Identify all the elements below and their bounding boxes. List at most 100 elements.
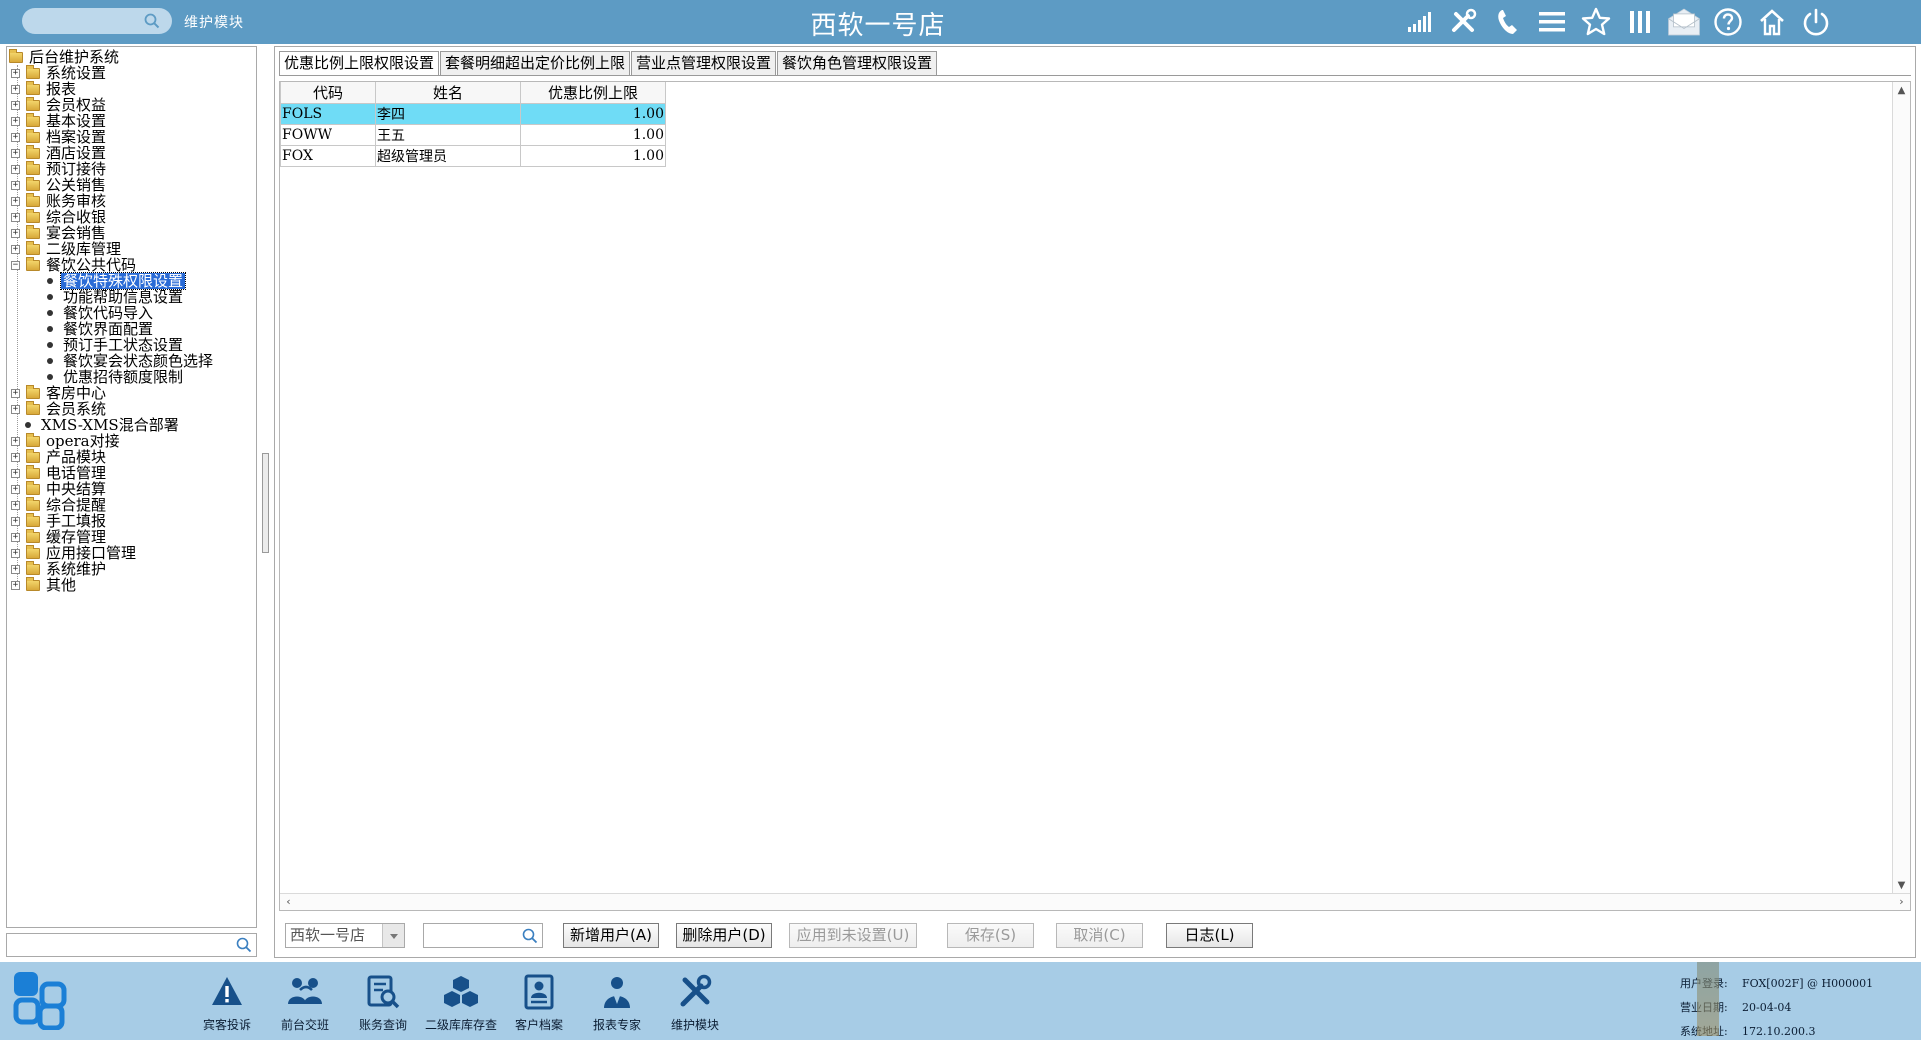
user-search-field[interactable] bbox=[423, 923, 543, 948]
tree-folder-item[interactable]: + 中央结算 bbox=[11, 480, 108, 497]
tree-folder-item[interactable]: + 系统维护 bbox=[11, 560, 108, 577]
expand-toggle-icon[interactable]: + bbox=[11, 532, 20, 542]
scroll-down-icon[interactable]: ▼ bbox=[1893, 877, 1910, 894]
tree-folder-item[interactable]: + 综合收银 bbox=[11, 208, 108, 225]
tools-icon[interactable] bbox=[1447, 5, 1481, 39]
phone-icon[interactable] bbox=[1491, 5, 1525, 39]
tree-leaf-item[interactable]: 餐饮特殊权限设置 bbox=[43, 272, 187, 290]
tab-package-limit[interactable]: 套餐明细超出定价比例上限 bbox=[440, 51, 631, 75]
expand-toggle-icon[interactable]: + bbox=[11, 468, 20, 478]
tree-folder-item[interactable]: + 报表 bbox=[11, 80, 78, 97]
tree-leaf-item[interactable]: 功能帮助信息设置 bbox=[43, 289, 185, 305]
dock-item-account-query[interactable]: 账务查询 bbox=[344, 972, 422, 1033]
tree-leaf-item[interactable]: 餐饮界面配置 bbox=[43, 321, 155, 337]
power-icon[interactable] bbox=[1799, 5, 1833, 39]
search-icon[interactable] bbox=[522, 928, 538, 944]
scroll-left-icon[interactable]: ‹ bbox=[280, 894, 297, 910]
tree-leaf-item[interactable]: 餐饮代码导入 bbox=[43, 305, 155, 321]
tree-folder-item[interactable]: + 客房中心 bbox=[11, 384, 108, 401]
expand-toggle-icon[interactable]: + bbox=[11, 436, 20, 446]
tree-folder-item[interactable]: + 宴会销售 bbox=[11, 224, 108, 241]
expand-toggle-icon[interactable]: + bbox=[11, 228, 20, 238]
expand-toggle-icon[interactable]: + bbox=[11, 132, 20, 142]
dock-item-front-handover[interactable]: 前台交班 bbox=[266, 972, 344, 1033]
expand-toggle-icon[interactable]: + bbox=[11, 164, 20, 174]
log-button[interactable]: 日志(L) bbox=[1166, 923, 1253, 948]
apply-to-unset-button[interactable]: 应用到未设置(U) bbox=[789, 923, 917, 948]
chevron-down-icon[interactable] bbox=[382, 924, 404, 947]
tree-folder-item[interactable]: + 综合提醒 bbox=[11, 496, 108, 513]
tree-root[interactable]: 后台维护系统 bbox=[9, 48, 121, 65]
table-row[interactable]: FOWW 王五 1.00 bbox=[280, 124, 666, 146]
tree-folder-item[interactable]: + 预订接待 bbox=[11, 160, 108, 177]
tree-folder-item[interactable]: + 会员系统 bbox=[11, 400, 108, 417]
app-logo[interactable] bbox=[12, 970, 68, 1031]
tree-folder-item[interactable]: + 手工填报 bbox=[11, 512, 108, 529]
expand-toggle-icon[interactable]: + bbox=[11, 212, 20, 222]
expand-toggle-icon[interactable]: + bbox=[11, 84, 20, 94]
expand-toggle-icon[interactable]: + bbox=[11, 68, 20, 78]
expand-toggle-icon[interactable]: + bbox=[11, 180, 20, 190]
expand-toggle-icon[interactable]: + bbox=[11, 564, 20, 574]
save-button[interactable]: 保存(S) bbox=[947, 923, 1034, 948]
home-icon[interactable] bbox=[1755, 5, 1789, 39]
cancel-button[interactable]: 取消(C) bbox=[1056, 923, 1143, 948]
dock-item-inventory-query[interactable]: 二级库库存查 bbox=[422, 972, 500, 1033]
tree-folder-item[interactable]: + 产品模块 bbox=[11, 448, 108, 465]
column-header-limit[interactable]: 优惠比例上限 bbox=[520, 82, 666, 104]
table-row[interactable]: FOLS 李四 1.00 bbox=[280, 103, 666, 125]
tree-folder-item[interactable]: + 电话管理 bbox=[11, 464, 108, 481]
tree-folder-item[interactable]: + 应用接口管理 bbox=[11, 544, 138, 561]
tree-folder-item[interactable]: + 账务审核 bbox=[11, 192, 108, 209]
star-icon[interactable] bbox=[1579, 5, 1613, 39]
tree-leaf-item[interactable]: 餐饮宴会状态颜色选择 bbox=[43, 353, 215, 369]
vertical-scrollbar[interactable]: ▲ ▼ bbox=[1892, 82, 1910, 894]
table-row[interactable]: FOX 超级管理员 1.00 bbox=[280, 145, 666, 167]
hotel-select[interactable]: 西软一号店 bbox=[285, 923, 405, 948]
tree-folder-item[interactable]: + 缓存管理 bbox=[11, 528, 108, 545]
expand-toggle-icon[interactable]: + bbox=[11, 548, 20, 558]
columns-icon[interactable] bbox=[1623, 5, 1657, 39]
user-search-input[interactable] bbox=[427, 925, 517, 946]
column-header-name[interactable]: 姓名 bbox=[375, 82, 521, 104]
scroll-up-icon[interactable]: ▲ bbox=[1893, 82, 1910, 99]
tree-folder-item[interactable]: + 档案设置 bbox=[11, 128, 108, 145]
tree-leaf-item[interactable]: 优惠招待额度限制 bbox=[43, 369, 185, 385]
signal-icon[interactable] bbox=[1403, 5, 1437, 39]
tree-folder-item[interactable]: − 餐饮公共代码 bbox=[11, 256, 138, 273]
expand-toggle-icon[interactable]: + bbox=[11, 148, 20, 158]
search-icon[interactable] bbox=[236, 937, 252, 953]
dock-item-customer-file[interactable]: 客户档案 bbox=[500, 972, 578, 1033]
add-user-button[interactable]: 新增用户(A) bbox=[563, 923, 659, 948]
expand-toggle-icon[interactable]: + bbox=[11, 196, 20, 206]
delete-user-button[interactable]: 删除用户(D) bbox=[676, 923, 772, 948]
dock-item-report-expert[interactable]: 报表专家 bbox=[578, 972, 656, 1033]
tree-leaf-item[interactable]: 预订手工状态设置 bbox=[43, 337, 185, 353]
scroll-right-icon[interactable]: › bbox=[1893, 894, 1910, 910]
tree-folder-item[interactable]: + 会员权益 bbox=[11, 96, 108, 113]
menu-icon[interactable] bbox=[1535, 5, 1569, 39]
expand-toggle-icon[interactable]: + bbox=[11, 388, 20, 398]
tree-folder-item[interactable]: + 公关销售 bbox=[11, 176, 108, 193]
dock-item-guest-complaint[interactable]: 宾客投诉 bbox=[188, 972, 266, 1033]
horizontal-scrollbar[interactable]: ‹ › bbox=[280, 893, 1910, 910]
expand-toggle-icon[interactable]: + bbox=[11, 244, 20, 254]
expand-toggle-icon[interactable]: + bbox=[11, 404, 20, 414]
panel-splitter[interactable] bbox=[262, 453, 269, 553]
tree-folder-item[interactable]: + 其他 bbox=[11, 576, 78, 593]
expand-toggle-icon[interactable]: + bbox=[11, 484, 20, 494]
expand-toggle-icon[interactable]: + bbox=[11, 580, 20, 590]
tab-role-permission[interactable]: 餐饮角色管理权限设置 bbox=[777, 51, 938, 75]
expand-toggle-icon[interactable]: + bbox=[11, 516, 20, 526]
tab-discount-limit[interactable]: 优惠比例上限权限设置 bbox=[279, 51, 440, 76]
dock-item-maintenance[interactable]: 维护模块 bbox=[656, 972, 734, 1033]
expand-toggle-icon[interactable]: + bbox=[11, 500, 20, 510]
expand-toggle-icon[interactable]: + bbox=[11, 116, 20, 126]
collapse-toggle-icon[interactable]: − bbox=[11, 260, 20, 270]
help-icon[interactable] bbox=[1711, 5, 1745, 39]
tree-folder-item[interactable]: + 二级库管理 bbox=[11, 240, 123, 257]
tree-folder-item[interactable]: + opera对接 bbox=[11, 432, 122, 449]
column-header-code[interactable]: 代码 bbox=[280, 82, 376, 104]
expand-toggle-icon[interactable]: + bbox=[11, 100, 20, 110]
expand-toggle-icon[interactable]: + bbox=[11, 452, 20, 462]
